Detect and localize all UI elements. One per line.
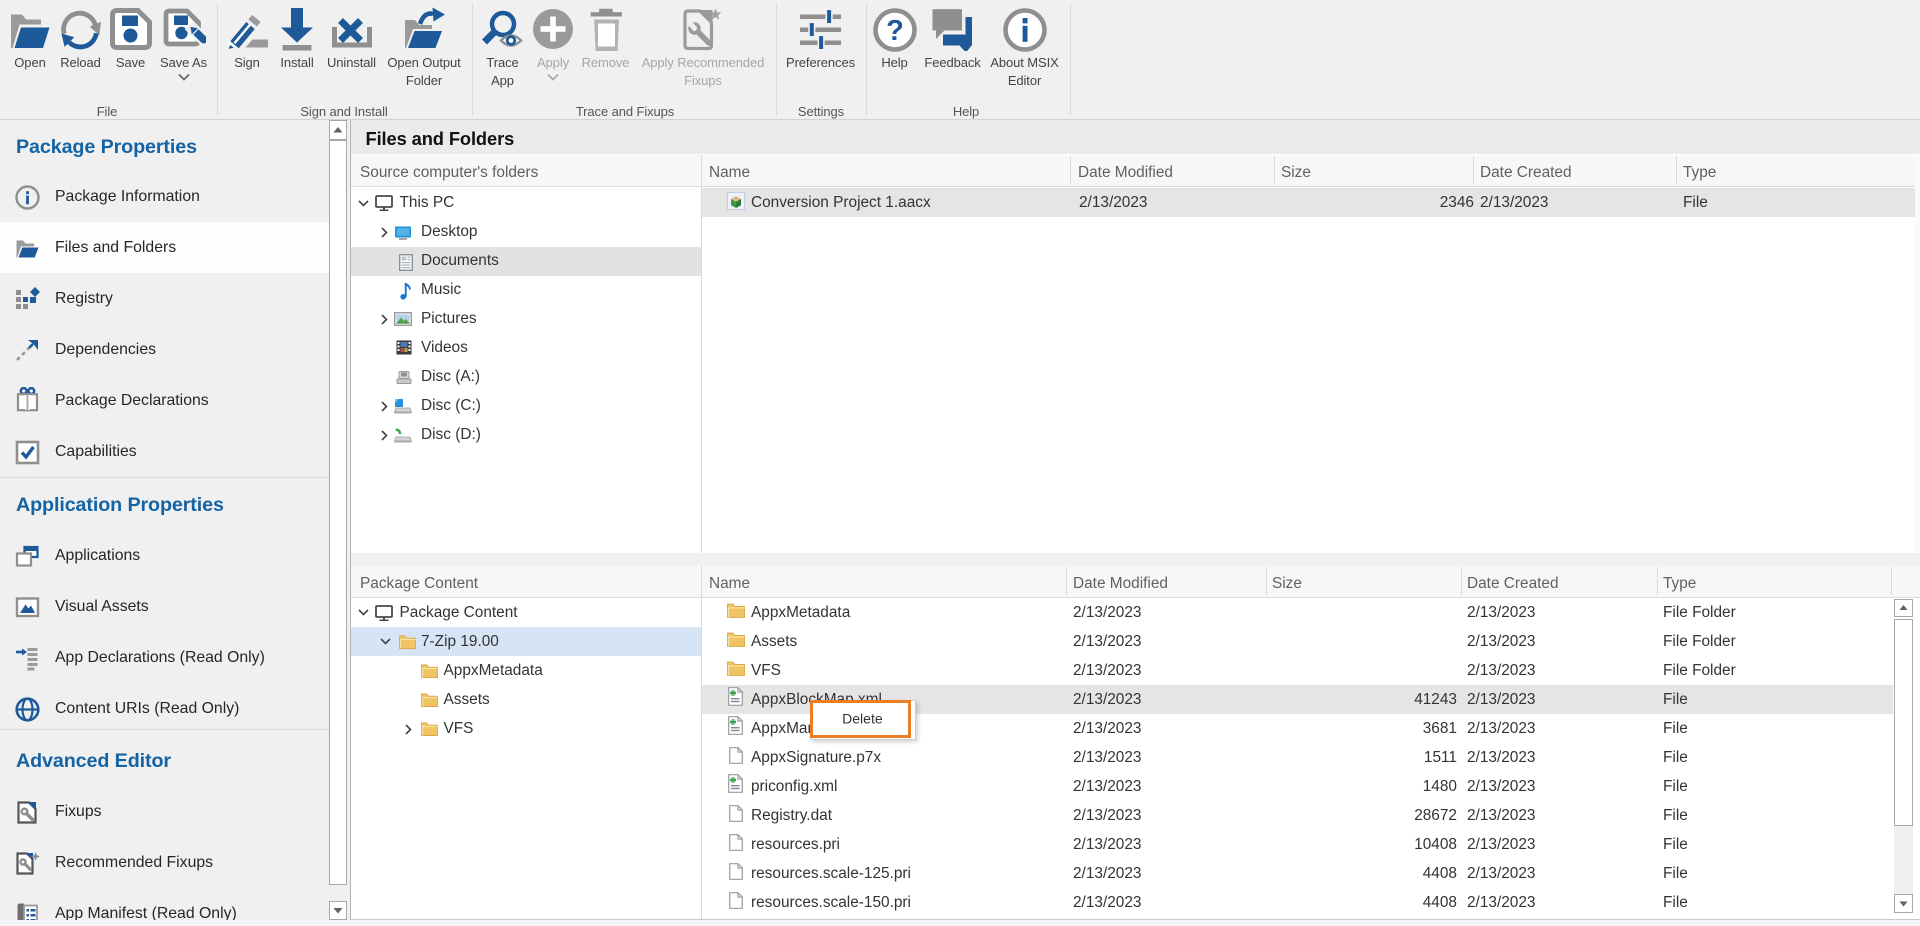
svg-text:?: ?	[886, 15, 904, 47]
